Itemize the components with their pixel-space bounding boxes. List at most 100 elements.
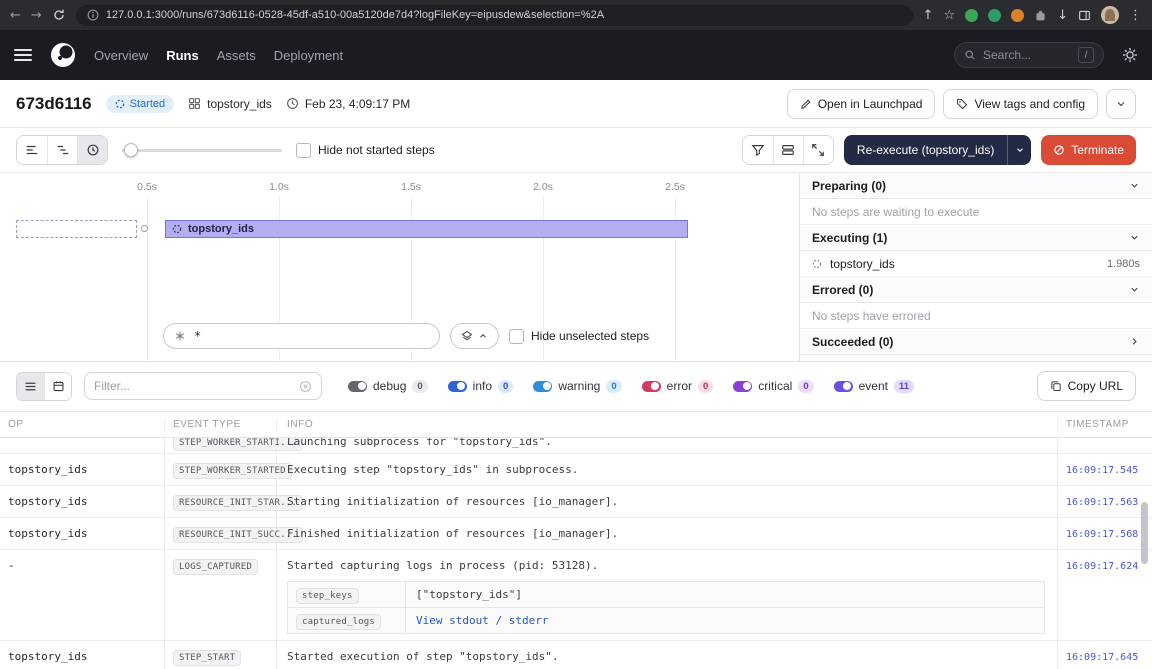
filter-chip-info[interactable]: info 0 <box>448 379 514 393</box>
extension-icon[interactable] <box>965 9 978 22</box>
hamburger-menu-icon[interactable] <box>14 49 32 61</box>
zoom-slider[interactable] <box>122 149 282 152</box>
gantt-step-bar[interactable]: topstory_ids <box>165 220 688 238</box>
filter-chip-event[interactable]: event 11 <box>834 379 914 393</box>
step-selection-value[interactable] <box>194 329 429 343</box>
toggle-switch-icon[interactable] <box>642 381 661 392</box>
search-shortcut-key: / <box>1078 47 1094 63</box>
view-tags-config-button[interactable]: View tags and config <box>943 89 1098 119</box>
panel-section-executing[interactable]: Executing (1) <box>800 225 1152 251</box>
log-row[interactable]: topstory_ids RESOURCE_INIT_STAR... Start… <box>0 486 1152 518</box>
downloads-icon[interactable]: ↓ <box>1057 9 1068 22</box>
log-controls: debug 0 info 0 warning 0 error 0 critica… <box>0 362 1152 407</box>
toggle-switch-icon[interactable] <box>533 381 552 392</box>
panel-section-preparing[interactable]: Preparing (0) <box>800 173 1152 199</box>
nav-item-overview[interactable]: Overview <box>94 48 148 63</box>
reexecute-button[interactable]: Re-execute (topstory_ids) <box>844 135 1007 165</box>
log-filter-field[interactable] <box>94 379 293 393</box>
chip-label: event <box>859 379 888 393</box>
copy-icon <box>1050 380 1062 392</box>
copy-url-button[interactable]: Copy URL <box>1037 371 1136 401</box>
col-header-op: OP <box>0 419 165 430</box>
filter-chip-error[interactable]: error 0 <box>642 379 714 393</box>
filter-chip-debug[interactable]: debug 0 <box>348 379 428 393</box>
hide-unselected-checkbox[interactable]: Hide unselected steps <box>509 329 649 344</box>
executing-step-row[interactable]: topstory_ids 1.980s <box>800 251 1152 277</box>
time-tick: 1.5s <box>401 181 421 193</box>
panel-section-errored[interactable]: Errored (0) <box>800 277 1152 303</box>
checkbox-icon[interactable] <box>509 329 524 344</box>
toggle-switch-icon[interactable] <box>733 381 752 392</box>
run-header: 673d6116 Started topstory_ids Feb 23, 4:… <box>0 80 1152 128</box>
filter-funnel-button[interactable] <box>743 136 773 164</box>
back-icon[interactable]: ← <box>10 9 21 22</box>
profile-avatar[interactable] <box>1101 6 1119 24</box>
hide-not-started-checkbox[interactable]: Hide not started steps <box>296 143 435 158</box>
log-info-text: Launching subprocess for "topstory_ids". <box>287 438 552 448</box>
log-row[interactable]: topstory_ids RESOURCE_INIT_SUCC... Finis… <box>0 518 1152 550</box>
nav-item-deployment[interactable]: Deployment <box>274 48 343 63</box>
dagster-logo[interactable] <box>50 42 76 68</box>
run-actions-menu-button[interactable] <box>1106 89 1136 119</box>
log-row[interactable]: topstory_ids STEP_WORKER_STARTED Executi… <box>0 454 1152 486</box>
chevron-up-icon <box>478 331 488 341</box>
forward-icon[interactable]: → <box>31 9 42 22</box>
nav-item-assets[interactable]: Assets <box>217 48 256 63</box>
gantt-mode-flat-button[interactable] <box>17 136 47 164</box>
checkbox-icon[interactable] <box>296 143 311 158</box>
row-density-button[interactable] <box>773 136 803 164</box>
log-timestamp: 16:09:17.624 <box>1066 561 1138 572</box>
extension-icon[interactable] <box>1011 9 1024 22</box>
log-row[interactable]: STEP_WORKER_STARTI... Launching subproce… <box>0 438 1152 454</box>
run-job-link[interactable]: topstory_ids <box>188 97 272 111</box>
chip-label: info <box>473 379 492 393</box>
open-in-launchpad-button[interactable]: Open in Launchpad <box>787 89 936 119</box>
browser-menu-icon[interactable]: ⋮ <box>1129 9 1142 22</box>
bookmark-star-icon[interactable]: ☆ <box>943 9 955 22</box>
gantt-mode-waterfall-button[interactable] <box>47 136 77 164</box>
site-info-icon[interactable] <box>87 9 99 21</box>
apply-selection-button[interactable] <box>450 323 499 349</box>
log-row[interactable]: topstory_ids STEP_START Started executio… <box>0 641 1152 669</box>
log-timestamp: 16:09:17.563 <box>1066 497 1138 508</box>
raw-view-button[interactable] <box>44 373 71 400</box>
panel-section-succeeded[interactable]: Succeeded (0) <box>800 329 1152 355</box>
extensions-puzzle-icon[interactable] <box>1034 9 1047 22</box>
chip-label: warning <box>558 379 600 393</box>
step-status-panel: Preparing (0) No steps are waiting to ex… <box>800 173 1152 361</box>
filter-chip-warning[interactable]: warning 0 <box>533 379 621 393</box>
gantt-mode-timed-button[interactable] <box>77 136 107 164</box>
side-panel-icon[interactable] <box>1078 9 1091 22</box>
toggle-switch-icon[interactable] <box>448 381 467 392</box>
log-table: OP EVENT TYPE INFO TIMESTAMP STEP_WORKER… <box>0 411 1152 669</box>
settings-gear-icon[interactable] <box>1122 47 1138 63</box>
global-search-input[interactable]: Search... / <box>954 42 1104 68</box>
structured-view-button[interactable] <box>17 373 44 400</box>
op-name: topstory_ids <box>8 463 87 476</box>
terminate-button[interactable]: Terminate <box>1041 135 1136 165</box>
fit-view-button[interactable] <box>803 136 833 164</box>
log-filter-input[interactable] <box>84 372 322 400</box>
run-job-name: topstory_ids <box>207 97 272 111</box>
step-selection-input[interactable] <box>163 323 440 349</box>
log-info-text: Starting initialization of resources [io… <box>287 495 618 508</box>
clear-filter-icon[interactable] <box>299 380 312 393</box>
share-icon[interactable]: ↑ <box>923 9 934 22</box>
zoom-slider-knob[interactable] <box>124 143 138 157</box>
log-view-toggle <box>16 372 72 401</box>
log-row-logs-captured[interactable]: - LOGS_CAPTURED Started capturing logs i… <box>0 550 1152 641</box>
filter-chip-critical[interactable]: critical 0 <box>733 379 813 393</box>
reload-icon[interactable] <box>52 8 66 22</box>
toggle-switch-icon[interactable] <box>348 381 367 392</box>
log-timestamp: 16:09:17.645 <box>1066 652 1138 663</box>
pending-step-box[interactable] <box>16 220 137 238</box>
nav-item-runs[interactable]: Runs <box>166 48 199 63</box>
chip-count: 0 <box>412 380 427 393</box>
toggle-switch-icon[interactable] <box>834 381 853 392</box>
reexecute-menu-button[interactable] <box>1007 135 1031 165</box>
scrollbar-thumb[interactable] <box>1141 502 1148 564</box>
log-info-text: Finished initialization of resources [io… <box>287 527 618 540</box>
address-bar[interactable]: 127.0.0.1:3000/runs/673d6116-0528-45df-a… <box>76 5 913 26</box>
view-stdout-stderr-link[interactable]: View stdout / stderr <box>406 611 558 630</box>
extension-icon[interactable] <box>988 9 1001 22</box>
